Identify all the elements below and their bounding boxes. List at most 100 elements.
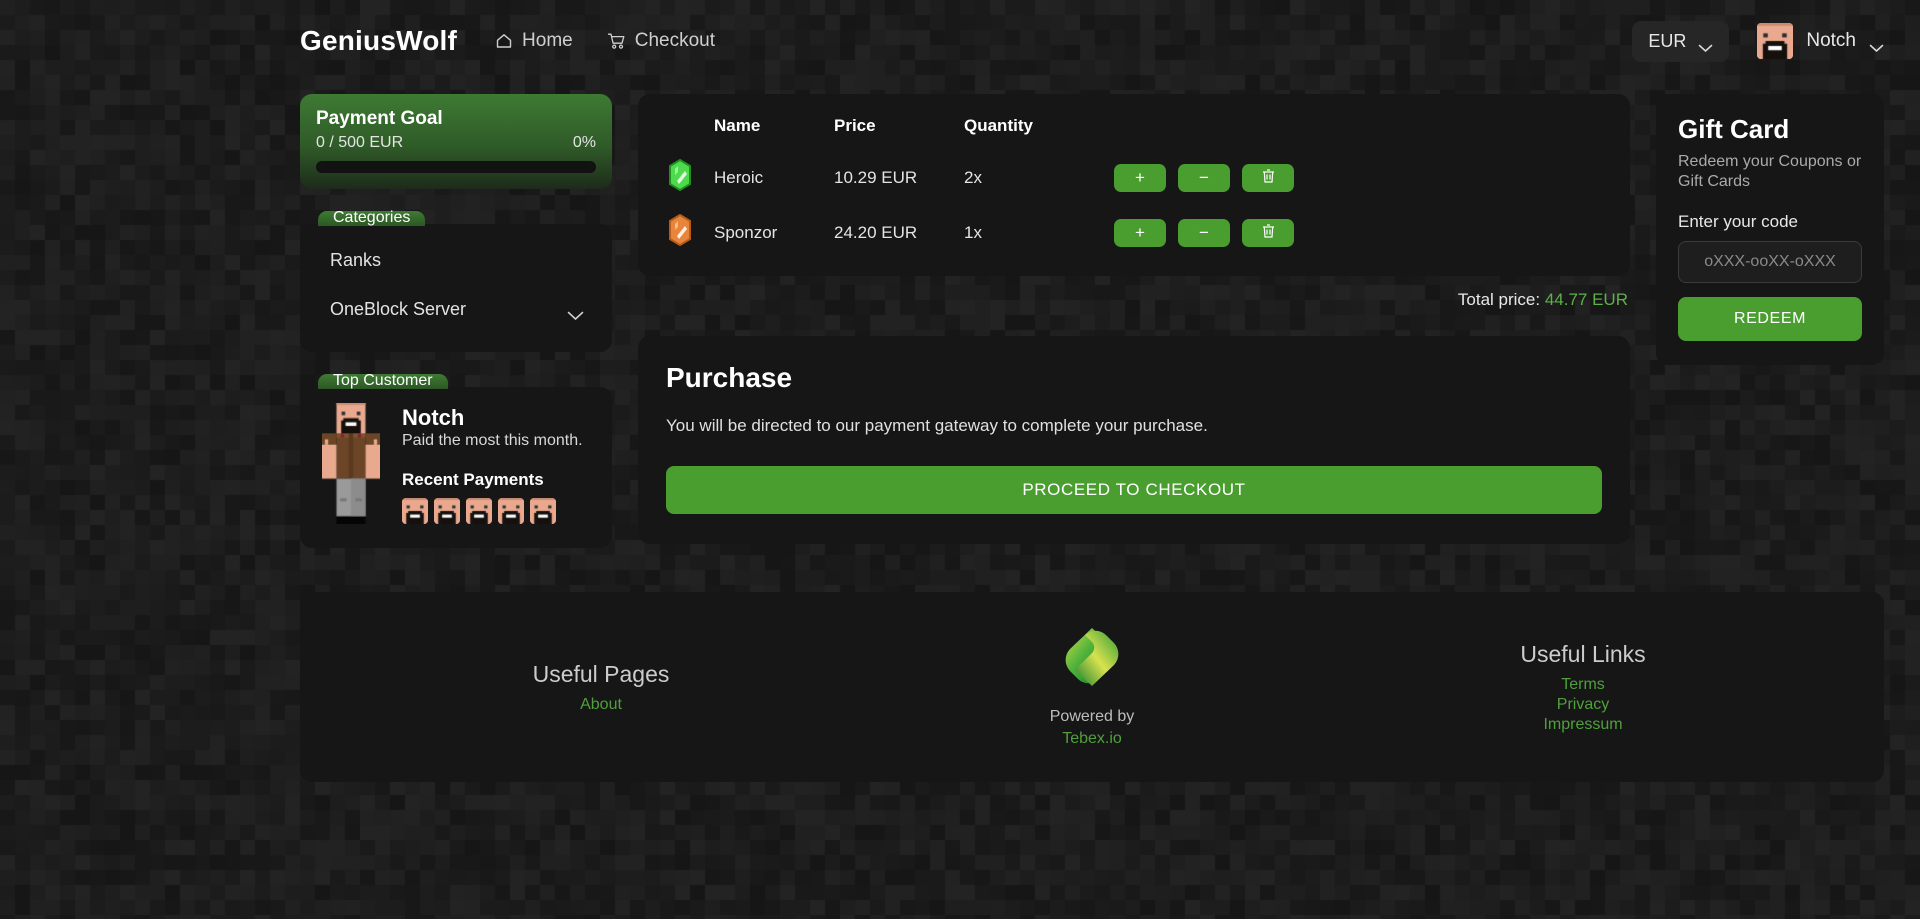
tebex-logo bbox=[1064, 627, 1120, 693]
col-price-header: Price bbox=[834, 116, 876, 135]
footer-link-terms[interactable]: Terms bbox=[1342, 676, 1824, 694]
user-name: Notch bbox=[1806, 30, 1856, 51]
col-actions-header bbox=[1114, 112, 1604, 150]
gift-card-column: Gift Card Redeem your Coupons or Gift Ca… bbox=[1656, 94, 1884, 365]
trash-icon bbox=[1261, 223, 1276, 242]
footer-wrap: Useful Pages About Powered by Tebex.io U… bbox=[0, 548, 1920, 782]
footer-useful-pages-links: About bbox=[360, 696, 842, 714]
powered-by-label: Powered by bbox=[1049, 707, 1135, 725]
categories-list: Ranks OneBlock Server bbox=[300, 224, 612, 352]
sidebar-item-oneblock-server[interactable]: OneBlock Server bbox=[300, 285, 612, 334]
payment-goal-progressbar bbox=[316, 161, 596, 173]
col-quantity-header: Quantity bbox=[964, 116, 1033, 135]
decrease-quantity-button[interactable]: − bbox=[1178, 163, 1230, 192]
increase-quantity-button[interactable]: + bbox=[1114, 218, 1166, 247]
table-header-row: Name Price Quantity bbox=[668, 112, 1604, 150]
proceed-to-checkout-button[interactable]: PROCEED TO CHECKOUT bbox=[666, 466, 1602, 514]
footer-branding: Powered by Tebex.io bbox=[962, 625, 1222, 749]
site-footer: Useful Pages About Powered by Tebex.io U… bbox=[300, 592, 1884, 782]
currency-selector[interactable]: EUR bbox=[1632, 20, 1730, 62]
footer-useful-pages: Useful Pages About bbox=[360, 661, 962, 714]
top-customer-chip: Top Customer bbox=[318, 373, 448, 389]
trash-icon bbox=[1261, 168, 1276, 187]
footer-link-privacy[interactable]: Privacy bbox=[1342, 696, 1824, 714]
top-customer-info: Notch Paid the most this month. Recent P… bbox=[402, 403, 583, 524]
payment-goal-title: Payment Goal bbox=[316, 108, 443, 129]
gift-card-code-input[interactable] bbox=[1678, 241, 1862, 283]
cart-column: Name Price Quantity Heroic 10.29 EUR 2x + − S… bbox=[638, 94, 1630, 544]
nav-item-checkout-label: Checkout bbox=[634, 30, 716, 51]
purchase-title: Purchase bbox=[666, 362, 793, 393]
recent-payment-avatar bbox=[530, 498, 556, 524]
payment-goal-progress-text: 0 / 500 EUR bbox=[316, 134, 404, 151]
col-name-header: Name bbox=[714, 116, 761, 135]
sidebar-item-ranks-label: Ranks bbox=[330, 250, 382, 270]
currency-value: EUR bbox=[1648, 30, 1687, 51]
payment-goal-status: 0 / 500 EUR 0% bbox=[316, 134, 596, 152]
footer-useful-links: Useful Links Terms Privacy Impressum bbox=[1222, 641, 1824, 734]
cart-item-name: Heroic bbox=[714, 167, 764, 187]
header-actions: EUR Notch bbox=[1632, 20, 1884, 62]
cart-total-label: Total price: bbox=[1457, 290, 1541, 309]
footer-useful-links-heading: Useful Links bbox=[1520, 640, 1646, 667]
top-customer-skin bbox=[322, 403, 380, 524]
gift-card-title: Gift Card bbox=[1678, 114, 1790, 144]
recent-payment-avatar bbox=[498, 498, 524, 524]
decrease-quantity-button[interactable]: − bbox=[1178, 218, 1230, 247]
top-customer-body: Notch Paid the most this month. Recent P… bbox=[300, 387, 612, 548]
top-customer-subtitle: Paid the most this month. bbox=[402, 432, 583, 449]
footer-useful-links-list: Terms Privacy Impressum bbox=[1342, 676, 1824, 734]
cart-table-head: Name Price Quantity bbox=[668, 112, 1604, 150]
purchase-card: Purchase You will be directed to our pay… bbox=[638, 336, 1630, 544]
categories-chip: Categories bbox=[318, 210, 426, 226]
nav-item-home[interactable]: Home bbox=[495, 30, 573, 52]
nav-item-home-label: Home bbox=[522, 30, 573, 51]
col-icon-header bbox=[668, 112, 714, 150]
table-row: Sponzor 24.20 EUR 1x + − bbox=[668, 205, 1604, 260]
cart-item-quantity: 1x bbox=[964, 222, 982, 242]
site-logo[interactable]: GeniusWolf bbox=[300, 25, 457, 57]
recent-payment-avatar bbox=[402, 498, 428, 524]
gift-card-subtitle: Redeem your Coupons or Gift Cards bbox=[1678, 153, 1862, 190]
gift-card-panel: Gift Card Redeem your Coupons or Gift Ca… bbox=[1656, 94, 1884, 365]
gem-icon-orange bbox=[668, 213, 692, 250]
sidebar: Payment Goal 0 / 500 EUR 0% Categories R… bbox=[300, 94, 612, 548]
cart-item-price: 10.29 EUR bbox=[834, 167, 918, 187]
recent-payment-avatar bbox=[434, 498, 460, 524]
powered-by-block: Powered by Tebex.io bbox=[962, 706, 1222, 749]
table-row: Heroic 10.29 EUR 2x + − bbox=[668, 150, 1604, 205]
recent-payments-title: Recent Payments bbox=[402, 470, 544, 489]
increase-quantity-button[interactable]: + bbox=[1114, 163, 1166, 192]
chevron-down-icon bbox=[567, 305, 584, 320]
chevron-down-icon bbox=[1698, 37, 1713, 52]
site-header: GeniusWolf Home Checkout EUR Notch bbox=[0, 0, 1920, 82]
tebex-link[interactable]: Tebex.io bbox=[962, 728, 1222, 750]
footer-link-about[interactable]: About bbox=[360, 696, 842, 714]
chevron-down-icon bbox=[1869, 37, 1884, 52]
notch-avatar bbox=[1757, 23, 1794, 59]
cart-total: Total price: 44.77 EUR bbox=[638, 290, 1630, 310]
main-content: Payment Goal 0 / 500 EUR 0% Categories R… bbox=[0, 82, 1920, 548]
gift-card-field-label: Enter your code bbox=[1678, 212, 1799, 231]
footer-link-impressum[interactable]: Impressum bbox=[1342, 716, 1824, 734]
categories-panel: Ranks OneBlock Server bbox=[300, 224, 612, 352]
user-menu[interactable]: Notch bbox=[1757, 23, 1884, 59]
remove-item-button[interactable] bbox=[1242, 218, 1294, 247]
cart-card: Name Price Quantity Heroic 10.29 EUR 2x + − S… bbox=[638, 94, 1630, 276]
cart-table: Name Price Quantity Heroic 10.29 EUR 2x + − S… bbox=[668, 112, 1604, 260]
redeem-button[interactable]: REDEEM bbox=[1678, 297, 1862, 341]
cart-item-quantity: 2x bbox=[964, 167, 982, 187]
footer-useful-pages-heading: Useful Pages bbox=[532, 660, 670, 687]
cart-icon bbox=[607, 32, 626, 50]
payment-goal-percent: 0% bbox=[572, 134, 596, 151]
top-customer-name: Notch bbox=[402, 405, 465, 430]
main-nav: Home Checkout bbox=[495, 30, 715, 52]
nav-item-checkout[interactable]: Checkout bbox=[607, 30, 715, 52]
payment-goal-card: Payment Goal 0 / 500 EUR 0% bbox=[300, 94, 612, 189]
remove-item-button[interactable] bbox=[1242, 163, 1294, 192]
cart-item-price: 24.20 EUR bbox=[834, 222, 918, 242]
cart-table-body: Heroic 10.29 EUR 2x + − Sponzor 24.20 EUR 1x + − bbox=[668, 150, 1604, 260]
recent-payments-avatars bbox=[402, 498, 583, 524]
sidebar-item-ranks[interactable]: Ranks bbox=[300, 236, 612, 285]
sidebar-item-oneblock-server-label: OneBlock Server bbox=[330, 299, 467, 319]
